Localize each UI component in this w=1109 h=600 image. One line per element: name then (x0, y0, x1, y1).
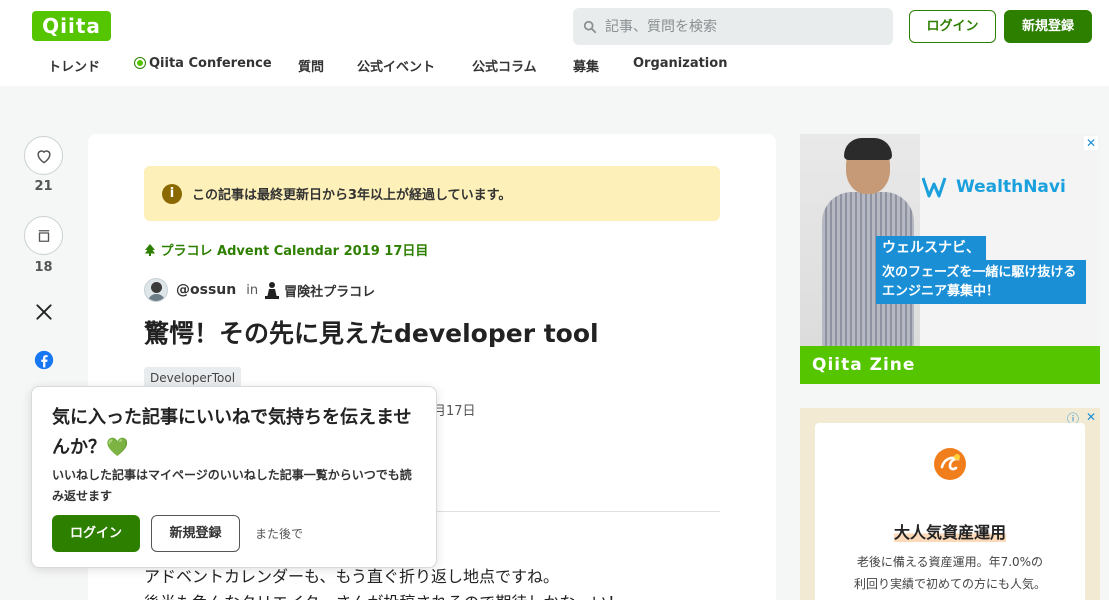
nav-item-recruit[interactable]: 募集 (573, 56, 599, 75)
nav-item-conference-label: Qiita Conference (149, 56, 272, 71)
article-title: 驚愕！その先に見えたdeveloper tool (144, 319, 599, 348)
like-button[interactable] (24, 136, 63, 175)
qiita-zine-label: Qiita Zine (800, 346, 1100, 384)
heart-icon (36, 149, 51, 163)
author-in-label: in (246, 282, 259, 298)
ad-tagline: ウェルスナビ、 (876, 236, 986, 260)
ad-banner-wealthnavi[interactable]: ✕ WealthNavi ウェルスナビ、 次のフェーズを一緒に駆け抜けるエンジニ… (800, 134, 1100, 384)
author-name[interactable]: @ossun (176, 282, 236, 298)
nav-item-questions[interactable]: 質問 (298, 56, 324, 75)
stock-button[interactable] (24, 216, 63, 255)
info-icon: i (162, 183, 182, 204)
author-avatar[interactable] (144, 278, 168, 302)
main-nav: トレンド Qiita Conference 質問 公式イベント 公式コラム 募集… (0, 56, 800, 80)
tree-icon (145, 244, 155, 256)
stock-count: 18 (34, 260, 53, 275)
popup-signup-button[interactable]: 新規登録 (151, 515, 240, 552)
ad-close-icon[interactable]: ✕ (1086, 410, 1096, 424)
wealthnavi-brand: WealthNavi (956, 177, 1066, 197)
qiita-logo[interactable]: Qiita (32, 11, 111, 41)
popup-login-button[interactable]: ログイン (52, 515, 140, 552)
site-header: Qiita ログイン 新規登録 トレンド Qiita Conference 質問… (0, 0, 1109, 86)
search-box[interactable] (573, 8, 893, 45)
ad-text: 老後に備える資産運用。年7.0%の 利回り実績で初めての方にも人気。 (815, 551, 1085, 595)
nav-item-organization[interactable]: Organization (633, 56, 727, 71)
stock-icon (38, 229, 49, 242)
investment-logo-icon (934, 448, 966, 480)
popup-description: いいねした記事はマイページのいいねした記事一覧からいつでも読み返せます (52, 468, 412, 503)
ad-copy: 次のフェーズを一緒に駆け抜けるエンジニア募集中！ (876, 260, 1086, 304)
ad-title-text: 大人気資産運用 (893, 523, 1006, 542)
ad-content: 大人気資産運用 老後に備える資産運用。年7.0%の 利回り実績で初めての方にも人… (815, 423, 1085, 600)
ad-title: 大人気資産運用 (815, 519, 1085, 543)
nav-item-official-events[interactable]: 公式イベント (357, 56, 435, 75)
ad-close-icon[interactable]: ✕ (1084, 136, 1098, 150)
signup-button[interactable]: 新規登録 (1004, 10, 1092, 43)
search-icon (583, 20, 597, 33)
like-count: 21 (34, 179, 53, 194)
like-prompt-popup: 気に入った記事にいいねで気持ちを伝えませんか？💚 いいねした記事はマイページのい… (31, 386, 437, 568)
popup-later-link[interactable]: また後で (255, 525, 303, 542)
conference-dot-icon (135, 58, 145, 68)
nav-item-official-column[interactable]: 公式コラム (472, 56, 537, 75)
ad-text-line: 老後に備える資産運用。年7.0%の (856, 555, 1044, 569)
wealthnavi-logo: WealthNavi (922, 176, 1066, 198)
ad-person-hair (844, 138, 892, 160)
x-icon (35, 303, 52, 320)
outdated-notice: i この記事は最終更新日から3年以上が経過しています。 (144, 166, 720, 221)
popup-title: 気に入った記事にいいねで気持ちを伝えませんか？💚 (52, 407, 412, 458)
nav-item-trend[interactable]: トレンド (48, 56, 100, 75)
wealthnavi-w-icon (922, 177, 947, 198)
ad-text-line: 利回り実績で初めての方にも人気。 (853, 577, 1046, 591)
article-body-line: 後半も色んなクリエイターさんが投稿されるので期待しかなーい！ (144, 589, 623, 600)
facebook-icon (34, 350, 53, 369)
share-facebook-button[interactable] (30, 346, 57, 373)
advent-calendar-link[interactable]: プラコレ Advent Calendar 2019 17日目 (144, 240, 428, 259)
outdated-notice-text: この記事は最終更新日から3年以上が経過しています。 (192, 188, 512, 203)
search-input[interactable] (605, 18, 865, 35)
organization-icon[interactable] (264, 281, 280, 299)
share-x-button[interactable] (30, 298, 57, 325)
nav-item-conference[interactable]: Qiita Conference (135, 56, 272, 71)
article-date: 月17日 (433, 404, 476, 419)
advent-calendar-label: プラコレ Advent Calendar 2019 17日目 (160, 244, 429, 259)
ad-banner-investment[interactable]: ⓘ ✕ 大人気資産運用 老後に備える資産運用。年7.0%の 利回り実績で初めての… (800, 408, 1100, 600)
author-row: @ossun in 冒険社プラコレ (144, 277, 375, 303)
login-button[interactable]: ログイン (909, 10, 996, 43)
organization-name[interactable]: 冒険社プラコレ (284, 281, 375, 300)
